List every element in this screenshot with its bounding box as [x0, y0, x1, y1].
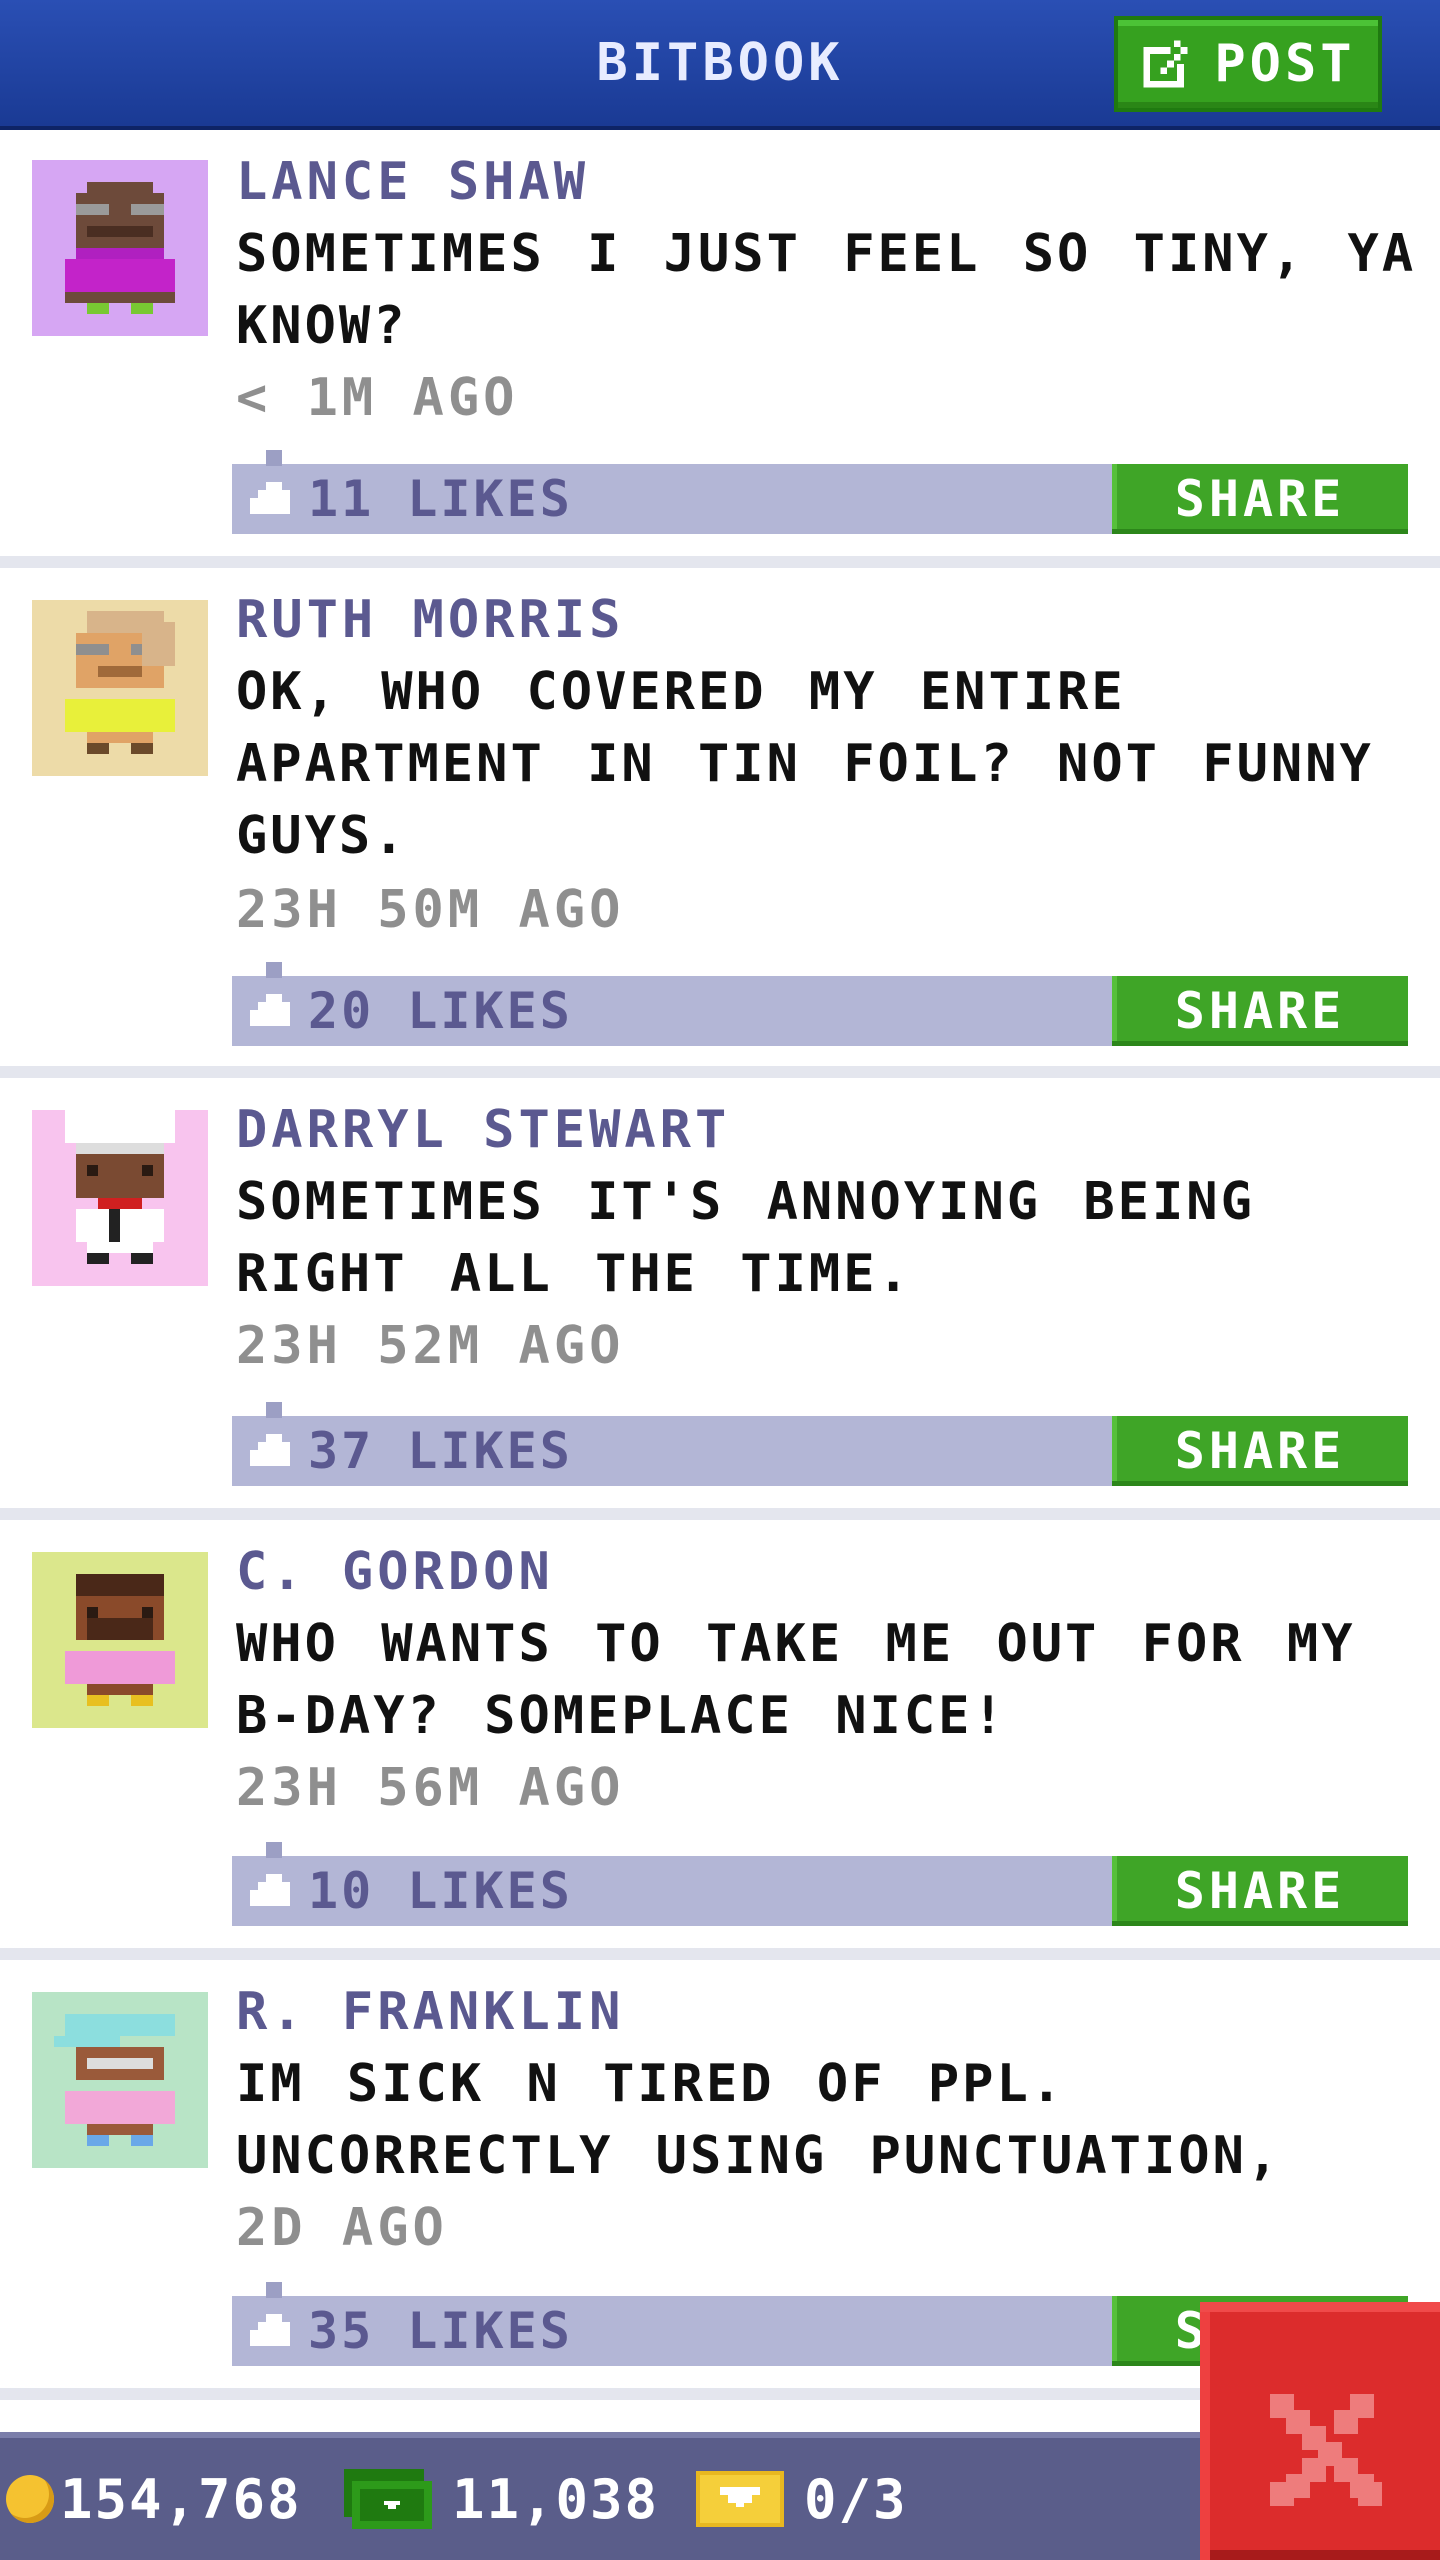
post-message: OK, WHO COVERED MY ENTIRE APARTMENT IN T… [236, 662, 1374, 866]
bux-value: 11,038 [452, 2467, 660, 2531]
avatar-ruth-morris [32, 600, 208, 776]
post-author[interactable]: RUTH MORRIS [236, 584, 624, 656]
share-button[interactable]: SHARE [1112, 1856, 1408, 1926]
close-icon [1270, 2394, 1382, 2506]
post-author[interactable]: DARRYL STEWART [236, 1094, 730, 1166]
compose-icon [1143, 40, 1188, 88]
close-button[interactable] [1200, 2302, 1440, 2560]
vip-ticket-icon [696, 2471, 784, 2527]
post-button-label: POST [1214, 34, 1356, 94]
post-divider [0, 1948, 1440, 1960]
share-button[interactable]: SHARE [1112, 976, 1408, 1046]
post-timestamp: 23H 56M AGO [236, 1758, 625, 1818]
post-timestamp: 23H 50M AGO [236, 880, 625, 940]
post-message: SOMETIMES I JUST FEEL SO TINY, YA KNOW? [236, 224, 1417, 356]
share-button[interactable]: SHARE [1112, 464, 1408, 534]
coin-icon [6, 2475, 54, 2523]
post-message: IM SICK N TIRED OF PPL. UNCORRECTLY USIN… [236, 2054, 1282, 2186]
avatar-darryl-stewart [32, 1110, 208, 1286]
feed-post: C. GORDON WHO WANTS TO TAKE ME OUT FOR M… [0, 1520, 1440, 1948]
coins-value: 154,768 [60, 2467, 302, 2531]
like-count: 37 LIKES [308, 1422, 573, 1480]
post-author[interactable]: LANCE SHAW [236, 146, 589, 218]
post-author[interactable]: R. FRANKLIN [236, 1976, 624, 2048]
avatar[interactable] [32, 600, 208, 776]
app-header: BITBOOK POST [0, 0, 1440, 130]
thumbs-up-icon [250, 1842, 290, 1906]
like-bar[interactable]: 20 LIKES SHARE [232, 962, 1408, 1046]
avatar[interactable] [32, 160, 208, 336]
bux-icon [344, 2469, 432, 2529]
share-button[interactable]: SHARE [1112, 1416, 1408, 1486]
coins-stat[interactable]: 154,768 [6, 2438, 302, 2560]
thumbs-up-icon [250, 2282, 290, 2346]
vip-stat[interactable]: 0/3 [696, 2438, 908, 2560]
like-count: 11 LIKES [308, 470, 573, 528]
post-timestamp: 2D AGO [236, 2198, 448, 2258]
thumbs-up-icon [250, 962, 290, 1026]
like-count: 35 LIKES [308, 2302, 573, 2360]
post-timestamp: 23H 52M AGO [236, 1316, 625, 1376]
post-divider [0, 556, 1440, 568]
avatar-lance-shaw [32, 160, 208, 336]
avatar[interactable] [32, 1992, 208, 2168]
post-message: WHO WANTS TO TAKE ME OUT FOR MY B-DAY? S… [236, 1614, 1356, 1746]
post-divider [0, 1508, 1440, 1520]
like-count: 20 LIKES [308, 982, 573, 1040]
thumbs-up-icon [250, 450, 290, 514]
like-count: 10 LIKES [308, 1862, 573, 1920]
like-bar[interactable]: 10 LIKES SHARE [232, 1842, 1408, 1926]
post-author[interactable]: C. GORDON [236, 1536, 554, 1608]
avatar-c-gordon [32, 1552, 208, 1728]
post-divider [0, 1066, 1440, 1078]
post-button[interactable]: POST [1114, 16, 1382, 112]
vip-value: 0/3 [804, 2467, 908, 2531]
post-message: SOMETIMES IT'S ANNOYING BEING RIGHT ALL … [236, 1172, 1255, 1304]
like-bar[interactable]: 37 LIKES SHARE [232, 1402, 1408, 1486]
like-bar[interactable]: 11 LIKES SHARE [232, 450, 1408, 534]
post-timestamp: < 1M AGO [236, 368, 519, 428]
avatar-r-franklin [32, 1992, 208, 2168]
avatar[interactable] [32, 1110, 208, 1286]
feed-post: RUTH MORRIS OK, WHO COVERED MY ENTIRE AP… [0, 568, 1440, 1066]
thumbs-up-icon [250, 1402, 290, 1466]
feed-post: DARRYL STEWART SOMETIMES IT'S ANNOYING B… [0, 1078, 1440, 1508]
bux-stat[interactable]: 11,038 [344, 2438, 659, 2560]
avatar[interactable] [32, 1552, 208, 1728]
feed-post: LANCE SHAW SOMETIMES I JUST FEEL SO TINY… [0, 130, 1440, 556]
